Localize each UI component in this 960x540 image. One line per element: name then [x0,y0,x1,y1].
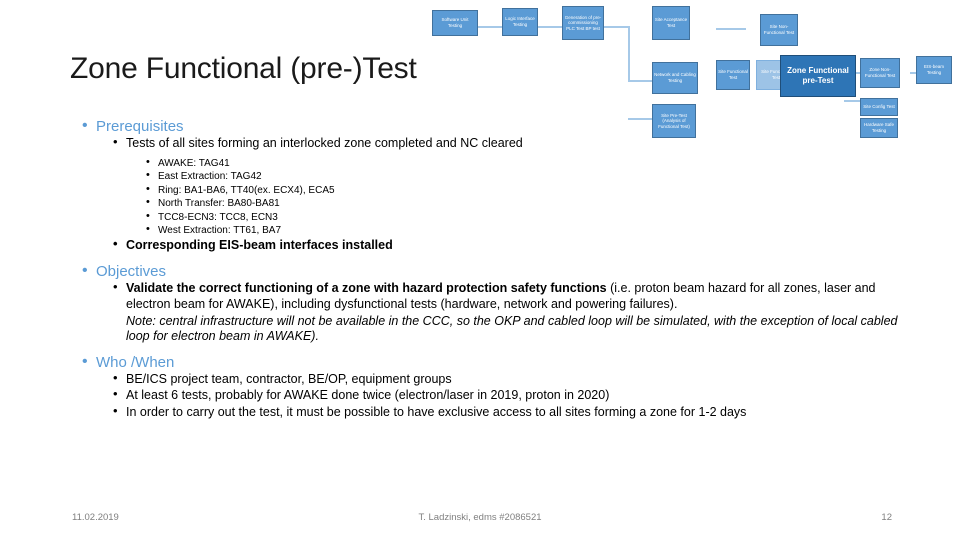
bullet-exclusive-access: In order to carry out the test, it must … [112,403,912,421]
objectives-note: Note: central infrastructure will not be… [126,313,898,344]
list-item: TCC8-ECN3: TCC8, ECN3 [144,209,912,225]
footer-author: T. Ladzinski, edms #2086521 [418,512,542,523]
section-heading-who-when: Who /When [80,353,912,371]
bullet-tests-all-sites: Tests of all sites forming an interlocke… [112,134,912,152]
diagram-connector [534,26,562,28]
diagram-connector [600,26,628,28]
bullet-eis-beam-interfaces: Corresponding EIS-beam interfaces instal… [112,236,912,254]
bullet-project-team: BE/ICS project team, contractor, BE/OP, … [112,370,912,388]
list-item: West Extraction: TT61, BA7 [144,222,912,238]
list-item: Ring: BA1-BA6, TT40(ex. ECX4), ECA5 [144,182,912,198]
bullet-validate-functioning: Validate the correct functioning of a zo… [112,279,912,312]
list-item: East Extraction: TAG42 [144,168,912,184]
diagram-node: Site Functional Test [716,60,750,90]
diagram-node: Software Unit Testing [432,10,478,36]
list-item: North Transfer: BA80-BA81 [144,195,912,211]
diagram-node: Site Non-Functional Test [760,14,798,46]
diagram-connector [716,28,746,30]
diagram-node: Site Config Test [860,98,898,116]
diagram-node: Network and Cabling Testing [652,62,698,94]
diagram-node: EIS-beam Testing [916,56,952,84]
section-heading-objectives: Objectives [80,262,912,280]
diagram-node: Logic Interface Testing [502,8,538,36]
diagram-connector [628,26,630,81]
slide-body: Prerequisites Tests of all sites forming… [62,117,912,422]
bullet-six-tests: At least 6 tests, probably for AWAKE don… [112,386,912,404]
diagram-node: Generation of pre-commissioning PLC Test… [562,6,604,40]
section-heading-prerequisites: Prerequisites [80,117,912,135]
list-item: AWAKE: TAG41 [144,155,912,171]
page-title: Zone Functional (pre-)Test [70,52,417,85]
slide-footer: 11.02.2019 T. Ladzinski, edms #2086521 1… [0,512,960,528]
footer-page-number: 12 [881,512,892,523]
diagram-node-zone-functional-pre-test: Zone Functional pre-Test [780,55,856,97]
diagram-node: Zone Non-Functional Test [860,58,900,88]
diagram-node: Site Acceptance Test [652,6,690,40]
